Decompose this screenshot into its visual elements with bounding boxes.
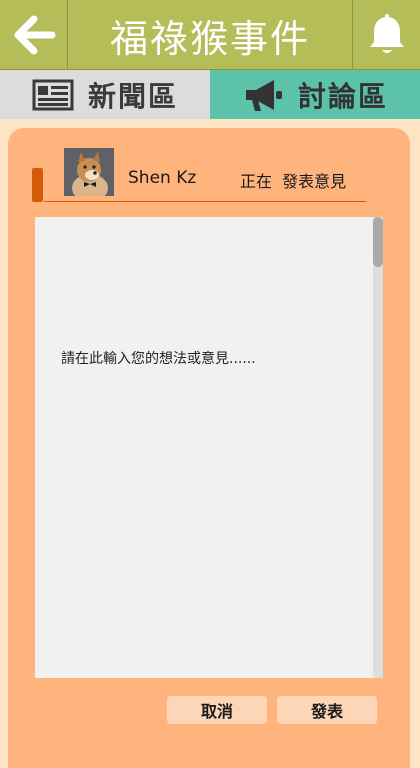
tab-discussion-label: 討論區 <box>297 79 388 113</box>
back-button[interactable] <box>0 0 68 70</box>
arrow-left-icon <box>14 15 55 55</box>
comment-placeholder: 請在此輸入您的想法或意見...... <box>61 351 256 367</box>
tab-news[interactable]: 新聞區 <box>0 70 210 119</box>
avatar <box>64 148 114 196</box>
post-button[interactable]: 發表 <box>277 696 377 724</box>
tab-news-label: 新聞區 <box>87 79 178 113</box>
dog-avatar-icon <box>64 148 114 196</box>
notifications-button[interactable] <box>352 0 420 70</box>
newspaper-icon <box>32 79 74 110</box>
bell-icon <box>369 14 404 53</box>
megaphone-icon <box>245 79 282 111</box>
tab-discussion[interactable]: 討論區 <box>210 70 420 119</box>
app-header: 福祿猴事件 <box>0 0 420 70</box>
tab-bar: 新聞區 討論區 <box>0 70 420 119</box>
accent-bar <box>32 168 43 202</box>
comment-input[interactable]: 請在此輸入您的想法或意見...... <box>35 217 383 678</box>
scrollbar-track[interactable] <box>373 217 383 678</box>
scrollbar-thumb[interactable] <box>373 217 383 267</box>
cancel-button[interactable]: 取消 <box>167 696 267 724</box>
page-title: 福祿猴事件 <box>109 16 310 61</box>
divider <box>44 201 366 202</box>
username: Shen Kz <box>128 168 197 188</box>
posting-status: 正在 發表意見 <box>240 172 347 191</box>
